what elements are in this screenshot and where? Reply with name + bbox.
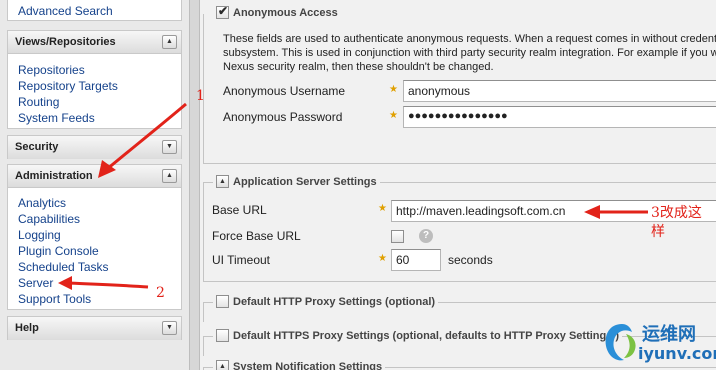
anonymous-access-description: These fields are used to authenticate an… [223,33,716,73]
nav-link-logging[interactable]: Logging [18,227,181,243]
help-header[interactable]: Help ▼ [8,317,181,340]
watermark: 运维网 iyunv.com [602,318,716,366]
help-panel: Help ▼ [7,316,182,340]
nav-link-scheduled-tasks[interactable]: Scheduled Tasks [18,259,181,275]
legend-label: System Notification Settings [233,360,383,370]
anonymous-username-field[interactable]: anonymous [403,80,716,102]
panel-title: Views/Repositories [15,36,116,48]
expand-icon[interactable]: ▼ [162,140,177,154]
legend-label: Application Server Settings [233,175,377,188]
sidebar: Advanced Search Views/Repositories ▲ Rep… [0,0,189,370]
collapse-icon[interactable]: ▲ [162,169,177,183]
collapse-icon[interactable]: ▲ [162,35,177,49]
anonymous-password-field[interactable]: ●●●●●●●●●●●●●●● [403,106,716,128]
legend-label: Anonymous Access [233,6,338,19]
nav-link-repositories[interactable]: Repositories [18,62,181,78]
https-proxy-legend: Default HTTPS Proxy Settings (optional, … [213,329,623,342]
nav-link-routing[interactable]: Routing [18,94,181,110]
application-server-fieldset: ▲ Application Server Settings Base URL ★… [203,175,716,282]
application-server-legend: ▲ Application Server Settings [213,175,380,188]
nav-link-support-tools[interactable]: Support Tools [18,291,181,307]
ui-timeout-unit: seconds [448,253,493,267]
help-icon[interactable]: ? [419,229,433,243]
nav-link-system-feeds[interactable]: System Feeds [18,110,181,126]
administration-header[interactable]: Administration ▲ [8,165,181,188]
views-repositories-header[interactable]: Views/Repositories ▲ [8,31,181,54]
anonymous-username-label: Anonymous Username [223,84,346,98]
views-repositories-panel: Views/Repositories ▲ Repositories Reposi… [7,30,182,129]
splitter-bar[interactable] [189,0,200,370]
collapse-icon[interactable]: ▲ [216,360,229,370]
expand-icon[interactable]: ▼ [162,321,177,335]
advanced-search-link[interactable]: Advanced Search [18,3,181,19]
nav-link-analytics[interactable]: Analytics [18,195,181,211]
administration-panel: Administration ▲ Analytics Capabilities … [7,164,182,310]
system-notification-legend: ▲ System Notification Settings [213,360,386,370]
nav-link-server[interactable]: Server [18,275,181,291]
anonymous-access-checkbox[interactable] [216,4,229,19]
required-star-icon: ★ [389,84,398,95]
server-settings-form: Anonymous Access These fields are used t… [200,0,716,370]
force-base-url-checkbox[interactable] [391,230,404,243]
ui-timeout-field[interactable]: 60 [391,249,441,271]
force-base-url-label: Force Base URL [212,229,301,243]
ui-timeout-label: UI Timeout [212,253,271,267]
required-star-icon: ★ [378,253,387,264]
base-url-field[interactable]: http://maven.leadingsoft.com.cn [391,200,716,222]
watermark-text-en: iyunv.com [638,344,716,363]
nav-link-repository-targets[interactable]: Repository Targets [18,78,181,94]
panel-title: Help [15,322,39,334]
search-panel: Advanced Search [7,0,182,21]
base-url-label: Base URL [212,203,267,217]
panel-title: Security [15,141,59,153]
watermark-logo [605,324,636,361]
http-proxy-checkbox[interactable] [216,295,229,308]
security-header[interactable]: Security ▼ [8,136,181,159]
watermark-text-cn: 运维网 [642,324,696,345]
anonymous-access-legend: Anonymous Access [213,4,341,19]
anonymous-password-label: Anonymous Password [223,110,343,124]
required-star-icon: ★ [389,110,398,121]
nav-link-plugin-console[interactable]: Plugin Console [18,243,181,259]
legend-label: Default HTTP Proxy Settings (optional) [233,295,436,308]
legend-label: Default HTTPS Proxy Settings (optional, … [233,329,620,342]
nav-link-capabilities[interactable]: Capabilities [18,211,181,227]
collapse-icon[interactable]: ▲ [216,175,229,188]
required-star-icon: ★ [378,203,387,214]
security-panel: Security ▼ [7,135,182,159]
anonymous-access-fieldset: Anonymous Access These fields are used t… [203,4,716,164]
http-proxy-legend: Default HTTP Proxy Settings (optional) [213,295,439,308]
https-proxy-checkbox[interactable] [216,329,229,342]
panel-title: Administration [15,170,93,182]
